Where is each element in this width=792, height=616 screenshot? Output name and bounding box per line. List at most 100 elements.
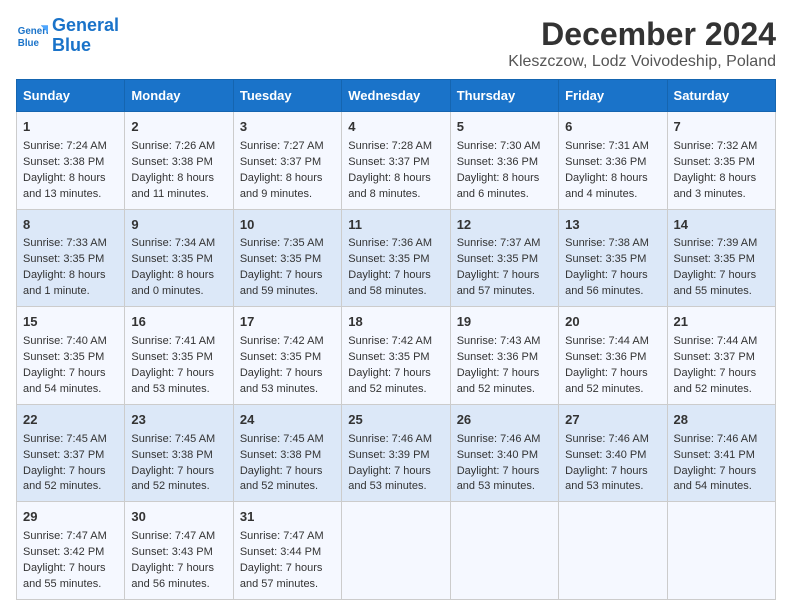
calendar-cell: 13Sunrise: 7:38 AMSunset: 3:35 PMDayligh… xyxy=(559,209,667,307)
calendar-cell: 5Sunrise: 7:30 AMSunset: 3:36 PMDaylight… xyxy=(450,112,558,210)
cell-line: Sunrise: 7:46 AM xyxy=(674,432,769,448)
day-number: 17 xyxy=(240,313,335,332)
day-number: 24 xyxy=(240,411,335,430)
cell-line: Daylight: 7 hours xyxy=(240,268,335,284)
cell-line: Sunrise: 7:38 AM xyxy=(565,236,660,252)
header: General Blue General Blue December 2024 … xyxy=(16,16,776,71)
cell-line: Sunrise: 7:42 AM xyxy=(348,334,443,350)
day-number: 12 xyxy=(457,216,552,235)
calendar-cell: 4Sunrise: 7:28 AMSunset: 3:37 PMDaylight… xyxy=(342,112,450,210)
cell-line: and 53 minutes. xyxy=(348,479,443,495)
cell-line: Daylight: 8 hours xyxy=(674,171,769,187)
cell-line: Sunset: 3:38 PM xyxy=(240,448,335,464)
cell-line: Daylight: 7 hours xyxy=(565,464,660,480)
cell-line: and 52 minutes. xyxy=(240,479,335,495)
cell-line: Sunset: 3:37 PM xyxy=(23,448,118,464)
day-number: 1 xyxy=(23,118,118,137)
cell-line: Daylight: 8 hours xyxy=(23,171,118,187)
calendar-cell: 11Sunrise: 7:36 AMSunset: 3:35 PMDayligh… xyxy=(342,209,450,307)
cell-line: Daylight: 7 hours xyxy=(131,561,226,577)
logo-icon: General Blue xyxy=(16,20,48,52)
cell-line: and 52 minutes. xyxy=(348,382,443,398)
cell-line: Daylight: 7 hours xyxy=(457,366,552,382)
calendar-cell: 24Sunrise: 7:45 AMSunset: 3:38 PMDayligh… xyxy=(233,404,341,502)
day-number: 28 xyxy=(674,411,769,430)
cell-line: Sunrise: 7:24 AM xyxy=(23,139,118,155)
day-number: 8 xyxy=(23,216,118,235)
cell-line: Sunrise: 7:45 AM xyxy=(23,432,118,448)
calendar-cell: 28Sunrise: 7:46 AMSunset: 3:41 PMDayligh… xyxy=(667,404,775,502)
calendar-cell: 8Sunrise: 7:33 AMSunset: 3:35 PMDaylight… xyxy=(17,209,125,307)
cell-line: and 54 minutes. xyxy=(674,479,769,495)
cell-line: Daylight: 7 hours xyxy=(240,561,335,577)
header-wednesday: Wednesday xyxy=(342,80,450,112)
cell-line: Sunset: 3:37 PM xyxy=(674,350,769,366)
cell-line: and 6 minutes. xyxy=(457,187,552,203)
day-number: 23 xyxy=(131,411,226,430)
day-number: 21 xyxy=(674,313,769,332)
day-number: 19 xyxy=(457,313,552,332)
calendar-week-2: 8Sunrise: 7:33 AMSunset: 3:35 PMDaylight… xyxy=(17,209,776,307)
calendar-cell xyxy=(667,502,775,600)
cell-line: Sunrise: 7:45 AM xyxy=(131,432,226,448)
cell-line: and 1 minute. xyxy=(23,284,118,300)
calendar-cell: 17Sunrise: 7:42 AMSunset: 3:35 PMDayligh… xyxy=(233,307,341,405)
cell-line: Daylight: 7 hours xyxy=(240,366,335,382)
cell-line: and 55 minutes. xyxy=(23,577,118,593)
cell-line: Sunrise: 7:28 AM xyxy=(348,139,443,155)
cell-line: Daylight: 7 hours xyxy=(674,268,769,284)
calendar-header-row: SundayMondayTuesdayWednesdayThursdayFrid… xyxy=(17,80,776,112)
calendar-cell: 27Sunrise: 7:46 AMSunset: 3:40 PMDayligh… xyxy=(559,404,667,502)
calendar-cell: 23Sunrise: 7:45 AMSunset: 3:38 PMDayligh… xyxy=(125,404,233,502)
calendar-cell: 30Sunrise: 7:47 AMSunset: 3:43 PMDayligh… xyxy=(125,502,233,600)
cell-line: and 52 minutes. xyxy=(674,382,769,398)
cell-line: Sunset: 3:41 PM xyxy=(674,448,769,464)
cell-line: Sunset: 3:35 PM xyxy=(674,155,769,171)
cell-line: Sunrise: 7:47 AM xyxy=(23,529,118,545)
cell-line: Daylight: 7 hours xyxy=(131,464,226,480)
day-number: 27 xyxy=(565,411,660,430)
main-title: December 2024 xyxy=(508,16,776,53)
header-tuesday: Tuesday xyxy=(233,80,341,112)
cell-line: and 53 minutes. xyxy=(565,479,660,495)
cell-line: Sunrise: 7:32 AM xyxy=(674,139,769,155)
cell-line: Daylight: 8 hours xyxy=(565,171,660,187)
cell-line: Daylight: 8 hours xyxy=(131,171,226,187)
cell-line: and 53 minutes. xyxy=(131,382,226,398)
cell-line: Sunrise: 7:47 AM xyxy=(240,529,335,545)
calendar-cell: 14Sunrise: 7:39 AMSunset: 3:35 PMDayligh… xyxy=(667,209,775,307)
cell-line: Sunset: 3:35 PM xyxy=(348,252,443,268)
cell-line: Sunrise: 7:30 AM xyxy=(457,139,552,155)
day-number: 22 xyxy=(23,411,118,430)
cell-line: Daylight: 7 hours xyxy=(23,561,118,577)
day-number: 29 xyxy=(23,508,118,527)
cell-line: Sunrise: 7:46 AM xyxy=(457,432,552,448)
day-number: 14 xyxy=(674,216,769,235)
calendar-cell: 9Sunrise: 7:34 AMSunset: 3:35 PMDaylight… xyxy=(125,209,233,307)
cell-line: Sunrise: 7:37 AM xyxy=(457,236,552,252)
header-saturday: Saturday xyxy=(667,80,775,112)
cell-line: Sunrise: 7:31 AM xyxy=(565,139,660,155)
calendar-cell: 2Sunrise: 7:26 AMSunset: 3:38 PMDaylight… xyxy=(125,112,233,210)
cell-line: and 59 minutes. xyxy=(240,284,335,300)
svg-text:Blue: Blue xyxy=(18,38,40,49)
day-number: 15 xyxy=(23,313,118,332)
cell-line: Daylight: 7 hours xyxy=(348,366,443,382)
day-number: 26 xyxy=(457,411,552,430)
cell-line: and 53 minutes. xyxy=(240,382,335,398)
cell-line: Daylight: 7 hours xyxy=(131,366,226,382)
calendar-week-5: 29Sunrise: 7:47 AMSunset: 3:42 PMDayligh… xyxy=(17,502,776,600)
calendar-cell: 1Sunrise: 7:24 AMSunset: 3:38 PMDaylight… xyxy=(17,112,125,210)
cell-line: Sunrise: 7:44 AM xyxy=(565,334,660,350)
day-number: 7 xyxy=(674,118,769,137)
calendar-week-1: 1Sunrise: 7:24 AMSunset: 3:38 PMDaylight… xyxy=(17,112,776,210)
cell-line: Sunset: 3:35 PM xyxy=(131,252,226,268)
day-number: 25 xyxy=(348,411,443,430)
day-number: 13 xyxy=(565,216,660,235)
cell-line: and 55 minutes. xyxy=(674,284,769,300)
cell-line: Daylight: 8 hours xyxy=(348,171,443,187)
calendar-cell: 12Sunrise: 7:37 AMSunset: 3:35 PMDayligh… xyxy=(450,209,558,307)
cell-line: Sunset: 3:40 PM xyxy=(565,448,660,464)
cell-line: Sunrise: 7:34 AM xyxy=(131,236,226,252)
cell-line: and 57 minutes. xyxy=(240,577,335,593)
